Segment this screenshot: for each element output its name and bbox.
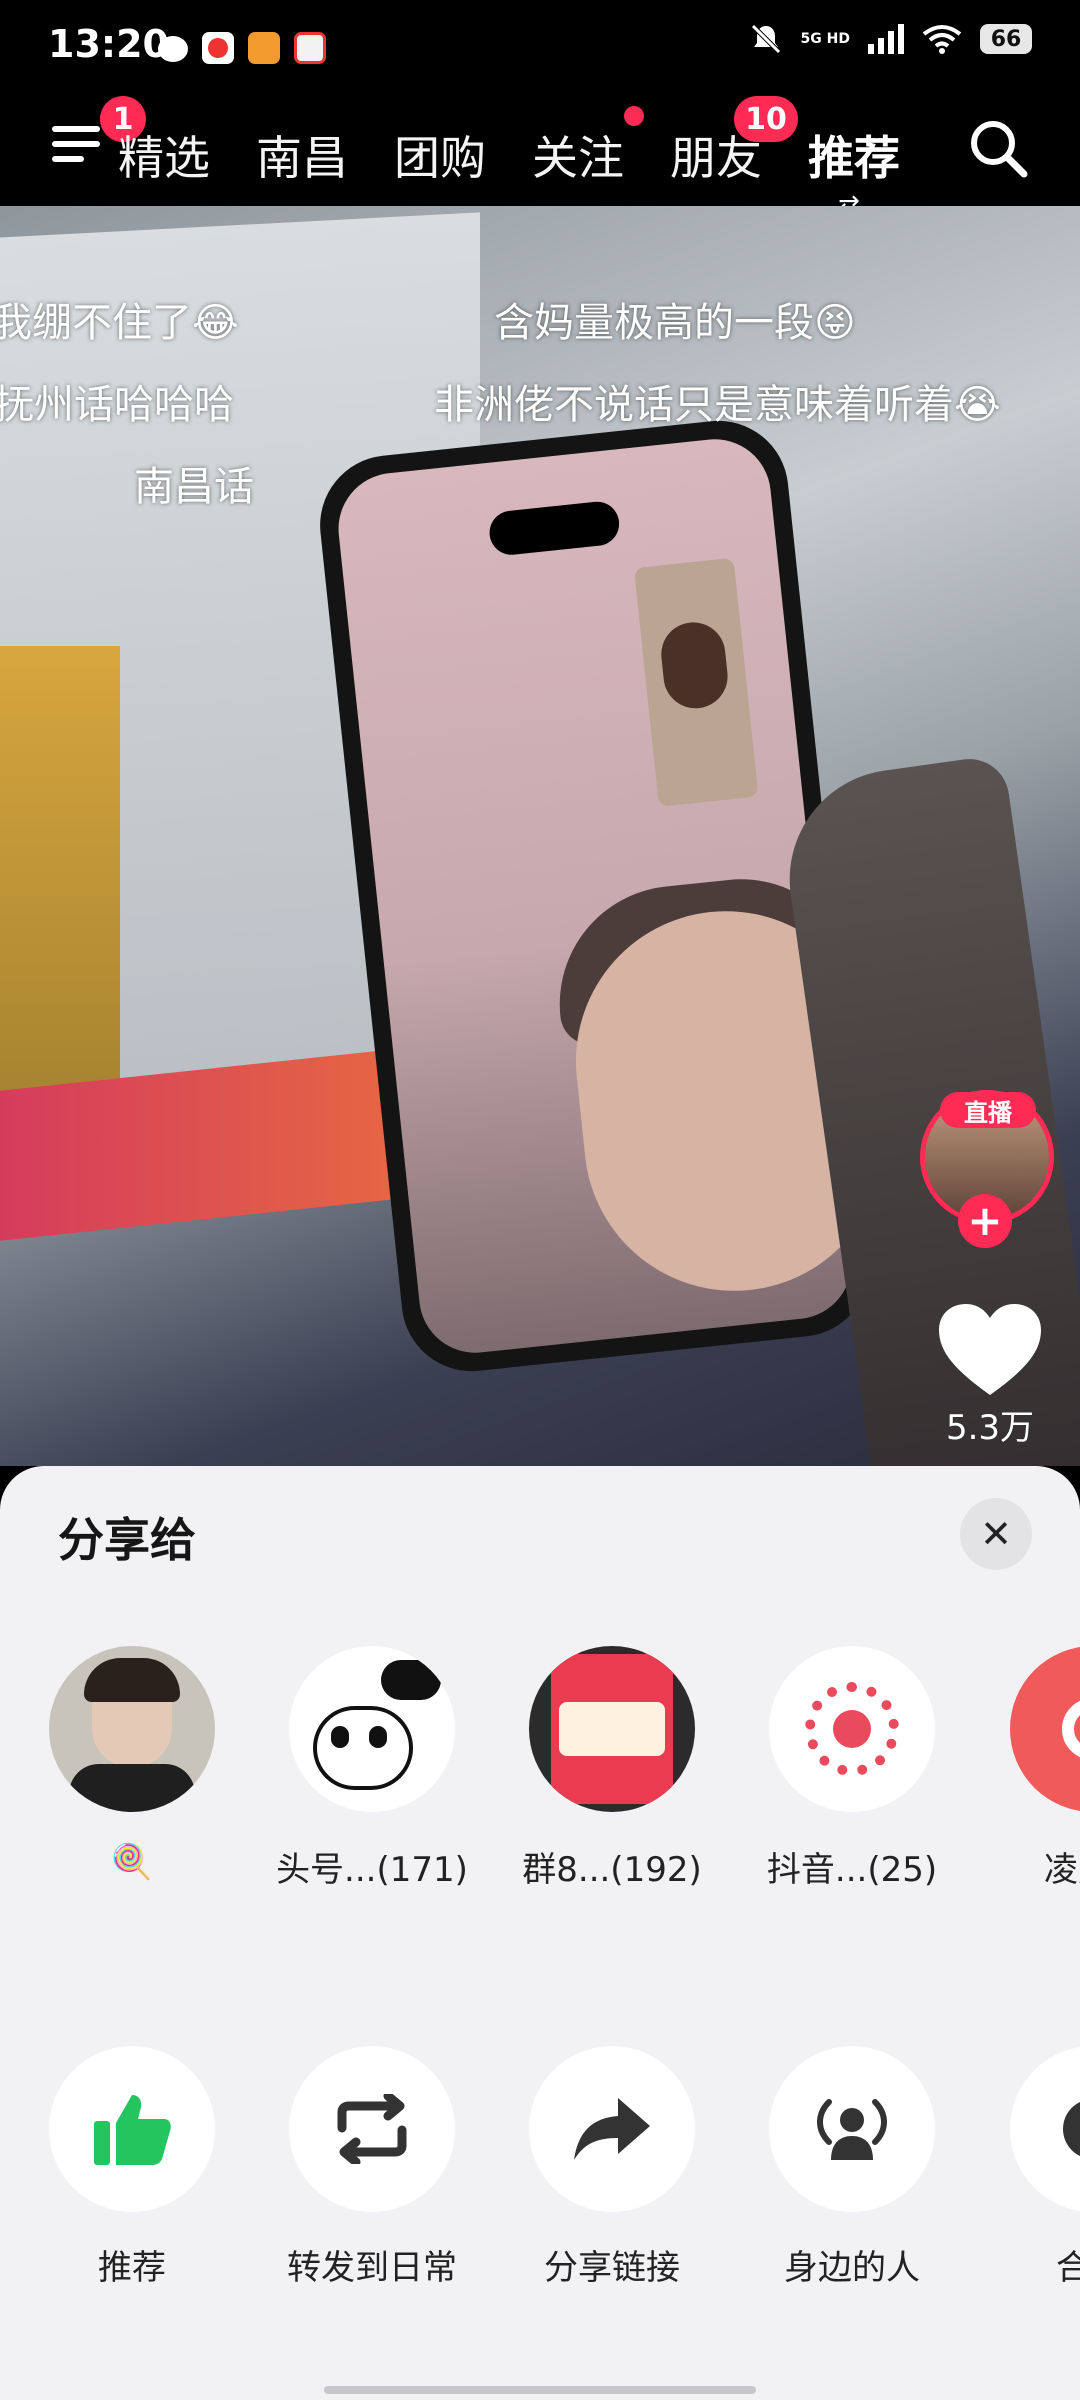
following-dot [624, 106, 644, 126]
action-label: 转发到日常 [287, 2248, 457, 2288]
nearby-icon [817, 2099, 887, 2160]
menu-line [52, 156, 84, 162]
tab-recommend[interactable]: 推荐 [808, 122, 900, 188]
phone-screen [332, 433, 858, 1359]
tab-nanchang[interactable]: 南昌 [256, 122, 348, 188]
share-title: 分享给 [58, 1513, 196, 1567]
contact-item[interactable]: 🍭 [22, 1646, 242, 1882]
friends-badge: 10 [734, 96, 798, 142]
avatar [769, 1646, 935, 1812]
danmaku-comment: 我绷不住了😂 [0, 300, 239, 346]
battery-indicator: 66 [980, 24, 1032, 54]
network-label: 5G HD [800, 31, 850, 47]
action-nearby[interactable]: 身边的人 [742, 2046, 962, 2289]
action-label: 推荐 [98, 2248, 166, 2288]
action-circle [49, 2046, 215, 2212]
wechat-icon [158, 36, 188, 62]
signal-icon [868, 24, 904, 54]
danmaku-comment: 非洲佬不说话只是意味着听着😭 [434, 382, 1001, 428]
video-call-pip [633, 557, 759, 807]
menu-line [52, 141, 100, 147]
like-count: 5.3万 [945, 1408, 1035, 1448]
avatar [1010, 1646, 1080, 1812]
thumbs-up-icon [94, 2095, 171, 2165]
close-icon: ✕ [980, 1512, 1012, 1556]
contact-item[interactable]: 头号...(171) [262, 1646, 482, 1891]
action-circle [289, 2046, 455, 2212]
status-time: 13:20 [48, 22, 169, 66]
action-more[interactable]: 合 [982, 2046, 1080, 2289]
action-recommend[interactable]: 推荐 [22, 2046, 242, 2289]
action-circle [529, 2046, 695, 2212]
contact-item[interactable]: 抖音...(25) [742, 1646, 962, 1891]
search-icon[interactable] [968, 118, 1028, 178]
share-sheet: 分享给 ✕ 🍭 头号...(171) 群8...(192) 抖音...(25) … [0, 1466, 1080, 2400]
action-circle [1010, 2046, 1080, 2212]
action-label: 合 [1056, 2248, 1080, 2288]
live-label: 直播 [940, 1092, 1036, 1128]
more-icon [1063, 2101, 1080, 2157]
contact-name: 🍭 [110, 1842, 154, 1882]
contact-item[interactable]: 凌晨1 [982, 1646, 1080, 1891]
avatar [529, 1646, 695, 1812]
menu-button[interactable] [44, 114, 106, 174]
follow-button[interactable]: + [958, 1194, 1012, 1248]
menu-line [52, 126, 100, 132]
contact-name: 头号...(171) [276, 1850, 468, 1890]
tab-group-buy[interactable]: 团购 [394, 122, 486, 188]
contact-name: 群8...(192) [522, 1850, 702, 1890]
contact-item[interactable]: 群8...(192) [502, 1646, 722, 1891]
action-label: 身边的人 [784, 2248, 920, 2288]
heart-icon[interactable] [935, 1300, 1045, 1400]
action-share-link[interactable]: 分享链接 [502, 2046, 722, 2289]
contact-name: 凌晨1 [1044, 1850, 1080, 1890]
top-nav: 1 精选 南昌 团购 关注 朋友 10 推荐 ⇄ [0, 84, 1080, 220]
repost-icon [337, 2094, 407, 2164]
taobao-icon [294, 32, 326, 64]
danmaku-comment: 含妈量极高的一段😝 [494, 300, 856, 346]
phone-island [487, 499, 622, 557]
close-button[interactable]: ✕ [960, 1498, 1032, 1570]
tab-selected[interactable]: 精选 [118, 122, 212, 188]
action-circle [769, 2046, 935, 2212]
pip-face [658, 619, 731, 712]
danmaku-comment: 南昌话 [134, 464, 254, 510]
game-app-icon [248, 32, 280, 64]
share-arrow-icon [574, 2098, 650, 2160]
tab-following[interactable]: 关注 [532, 122, 624, 188]
action-label: 分享链接 [544, 2248, 680, 2288]
action-repost[interactable]: 转发到日常 [262, 2046, 482, 2289]
home-indicator[interactable] [324, 2386, 756, 2394]
status-right: 5G HD 66 [749, 22, 1032, 56]
danmaku-comment: 抚州话哈哈哈 [0, 382, 234, 428]
mute-icon [750, 24, 781, 54]
video-app-icon [202, 32, 234, 64]
status-bar: 13:20 5G HD 66 [0, 0, 1080, 84]
avatar [289, 1646, 455, 1812]
avatar [49, 1646, 215, 1812]
video-player[interactable]: 我绷不住了😂 含妈量极高的一段😝 抚州话哈哈哈 非洲佬不说话只是意味着听着😭 南… [0, 206, 1080, 1466]
contact-name: 抖音...(25) [766, 1850, 938, 1890]
wifi-icon [922, 25, 962, 54]
